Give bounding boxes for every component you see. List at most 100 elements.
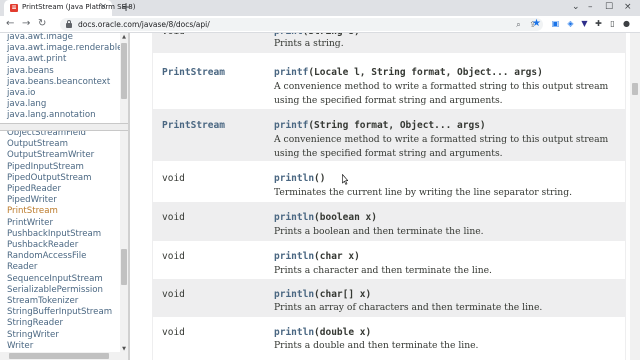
class-list-frame: ObjectStreamField OutputStream OutputStrea… — [0, 131, 128, 353]
package-link[interactable]: java.lang — [7, 99, 46, 110]
method-name-link[interactable]: println — [274, 251, 314, 262]
side-panel-icon[interactable]: ▯ — [608, 19, 617, 28]
maximize-button[interactable]: ☐ — [605, 2, 613, 13]
class-link[interactable]: Writer — [7, 341, 33, 352]
method-name-link[interactable]: printf — [274, 67, 308, 78]
method-params: (char[] x) — [314, 289, 372, 300]
method-params: () — [314, 173, 326, 184]
class-link[interactable]: StreamTokenizer — [7, 296, 78, 307]
package-link[interactable]: java.beans.beancontext — [7, 77, 110, 88]
profile-avatar-icon[interactable]: ● — [622, 19, 631, 28]
return-type-link[interactable]: PrintStream — [162, 67, 225, 78]
package-link[interactable]: java.awt.print — [7, 54, 66, 65]
extension-icon[interactable]: ◈ — [566, 19, 575, 28]
method-params: (double x) — [314, 327, 372, 338]
bookmark-star-icon[interactable]: ★ — [532, 18, 541, 30]
method-row: voidprint(String s)Prints a string. — [153, 33, 625, 53]
return-type: void — [162, 33, 185, 37]
class-link[interactable]: PrintWriter — [7, 218, 53, 229]
close-window-button[interactable]: × — [624, 2, 632, 13]
class-link[interactable]: SequenceInputStream — [7, 274, 103, 285]
method-signature: println(char[] x) — [274, 289, 371, 300]
url-text: docs.oracle.com/javase/8/docs/api/ — [78, 20, 210, 29]
extension-icon[interactable]: ▣ — [551, 19, 560, 28]
class-link[interactable]: PipedWriter — [7, 195, 57, 206]
package-link[interactable]: java.awt.image — [7, 33, 73, 43]
package-link[interactable]: java.lang.annotation — [7, 110, 96, 121]
package-list-frame: java.awt.image java.awt.image.renderable j… — [0, 33, 128, 123]
scroll-up-arrow-icon[interactable]: ▲ — [120, 33, 128, 41]
new-tab-button[interactable]: + — [121, 1, 131, 14]
class-link[interactable]: ObjectStreamField — [7, 131, 86, 139]
tab-search-icon[interactable]: ⌄ — [572, 2, 580, 13]
return-type: void — [162, 251, 185, 262]
method-signature: println() — [274, 173, 326, 184]
method-signature: printf(Locale l, String format, Object..… — [274, 67, 543, 78]
class-link[interactable]: RandomAccessFile — [7, 251, 86, 262]
method-row: PrintStream printf(String format, Object.… — [153, 109, 625, 161]
class-link[interactable]: Reader — [7, 262, 37, 273]
tab-close-icon[interactable]: × — [99, 2, 107, 13]
address-bar[interactable]: docs.oracle.com/javase/8/docs/api/ ⌕ ⇪ — [60, 18, 543, 31]
class-link[interactable]: PushbackInputStream — [7, 229, 101, 240]
minimize-button[interactable]: – — [588, 2, 593, 13]
class-link[interactable]: StringWriter — [7, 330, 59, 341]
scrollbar-thumb[interactable] — [9, 353, 109, 359]
method-params: (Locale l, String format, Object... args… — [308, 67, 543, 78]
class-link[interactable]: OutputStreamWriter — [7, 150, 94, 161]
class-link[interactable]: SerializablePermission — [7, 285, 103, 296]
method-name-link[interactable]: println — [274, 289, 314, 300]
method-name-link[interactable]: println — [274, 173, 314, 184]
package-link[interactable]: java.io — [7, 88, 35, 99]
method-description: Prints a double and then terminate the l… — [274, 340, 479, 351]
method-name-link[interactable]: printf — [274, 120, 308, 131]
return-type: void — [162, 173, 185, 184]
class-list-scrollbar[interactable]: ▼ — [120, 131, 128, 353]
method-description: Prints a string. — [274, 38, 344, 49]
method-description: A convenience method to write a formatte… — [274, 81, 609, 106]
extension-icon[interactable]: ▼ — [580, 19, 589, 28]
scrollbar-thumb[interactable] — [121, 249, 127, 285]
method-name-link[interactable]: println — [274, 327, 314, 338]
method-row: void println(boolean x) Prints a boolean a… — [153, 202, 625, 241]
return-type-link[interactable]: PrintStream — [162, 120, 225, 131]
method-row: void println(char x) Prints a character an… — [153, 241, 625, 279]
frame-divider[interactable] — [0, 123, 128, 131]
browser-tab[interactable]: ≡ PrintStream (Java Platform SE 8) × — [4, 0, 135, 16]
method-description: Terminates the current line by writing t… — [274, 187, 573, 198]
method-signature: printf(String format, Object... args) — [274, 120, 486, 131]
class-link[interactable]: PipedInputStream — [7, 162, 84, 173]
forward-button[interactable]: → — [22, 18, 30, 30]
main-scrollbar[interactable] — [630, 33, 640, 360]
back-button[interactable]: ← — [6, 18, 14, 30]
package-link[interactable]: java.beans — [7, 66, 54, 77]
class-link[interactable]: StringReader — [7, 318, 63, 329]
class-link[interactable]: StringBufferInputStream — [7, 307, 112, 318]
package-link[interactable]: java.awt.image.renderable — [7, 43, 122, 54]
method-params: (boolean x) — [314, 212, 377, 223]
method-description: A convenience method to write a formatte… — [274, 134, 609, 159]
return-type: void — [162, 327, 185, 338]
class-link[interactable]: PushbackReader — [7, 240, 78, 251]
package-list-scrollbar[interactable]: ▲ — [120, 33, 128, 123]
method-row: PrintStream printf(Locale l, String forma… — [153, 57, 625, 109]
class-link[interactable]: PipedReader — [7, 184, 61, 195]
class-link[interactable]: PrintStream — [7, 206, 58, 217]
method-row: void println(char[] x) Prints an array of … — [153, 279, 625, 317]
method-signature: println(boolean x) — [274, 212, 377, 223]
method-name-link[interactable]: println — [274, 212, 314, 223]
method-signature: println(double x) — [274, 327, 371, 338]
browser-toolbar: ← → ↻ docs.oracle.com/javase/8/docs/api/… — [0, 16, 640, 33]
scrollbar-thumb[interactable] — [632, 83, 638, 95]
method-signature: println(char x) — [274, 251, 360, 262]
class-link[interactable]: OutputStream — [7, 139, 68, 150]
scrollbar-thumb[interactable] — [121, 43, 127, 99]
reload-button[interactable]: ↻ — [38, 18, 46, 30]
return-type: void — [162, 289, 185, 300]
class-link[interactable]: PipedOutputStream — [7, 173, 92, 184]
class-list-hscrollbar[interactable] — [0, 352, 128, 360]
return-type: void — [162, 212, 185, 223]
mouse-cursor-icon — [342, 174, 348, 185]
method-description: Prints a boolean and then terminate the … — [274, 226, 484, 237]
puzzle-extensions-icon[interactable]: ✚ — [594, 19, 603, 28]
